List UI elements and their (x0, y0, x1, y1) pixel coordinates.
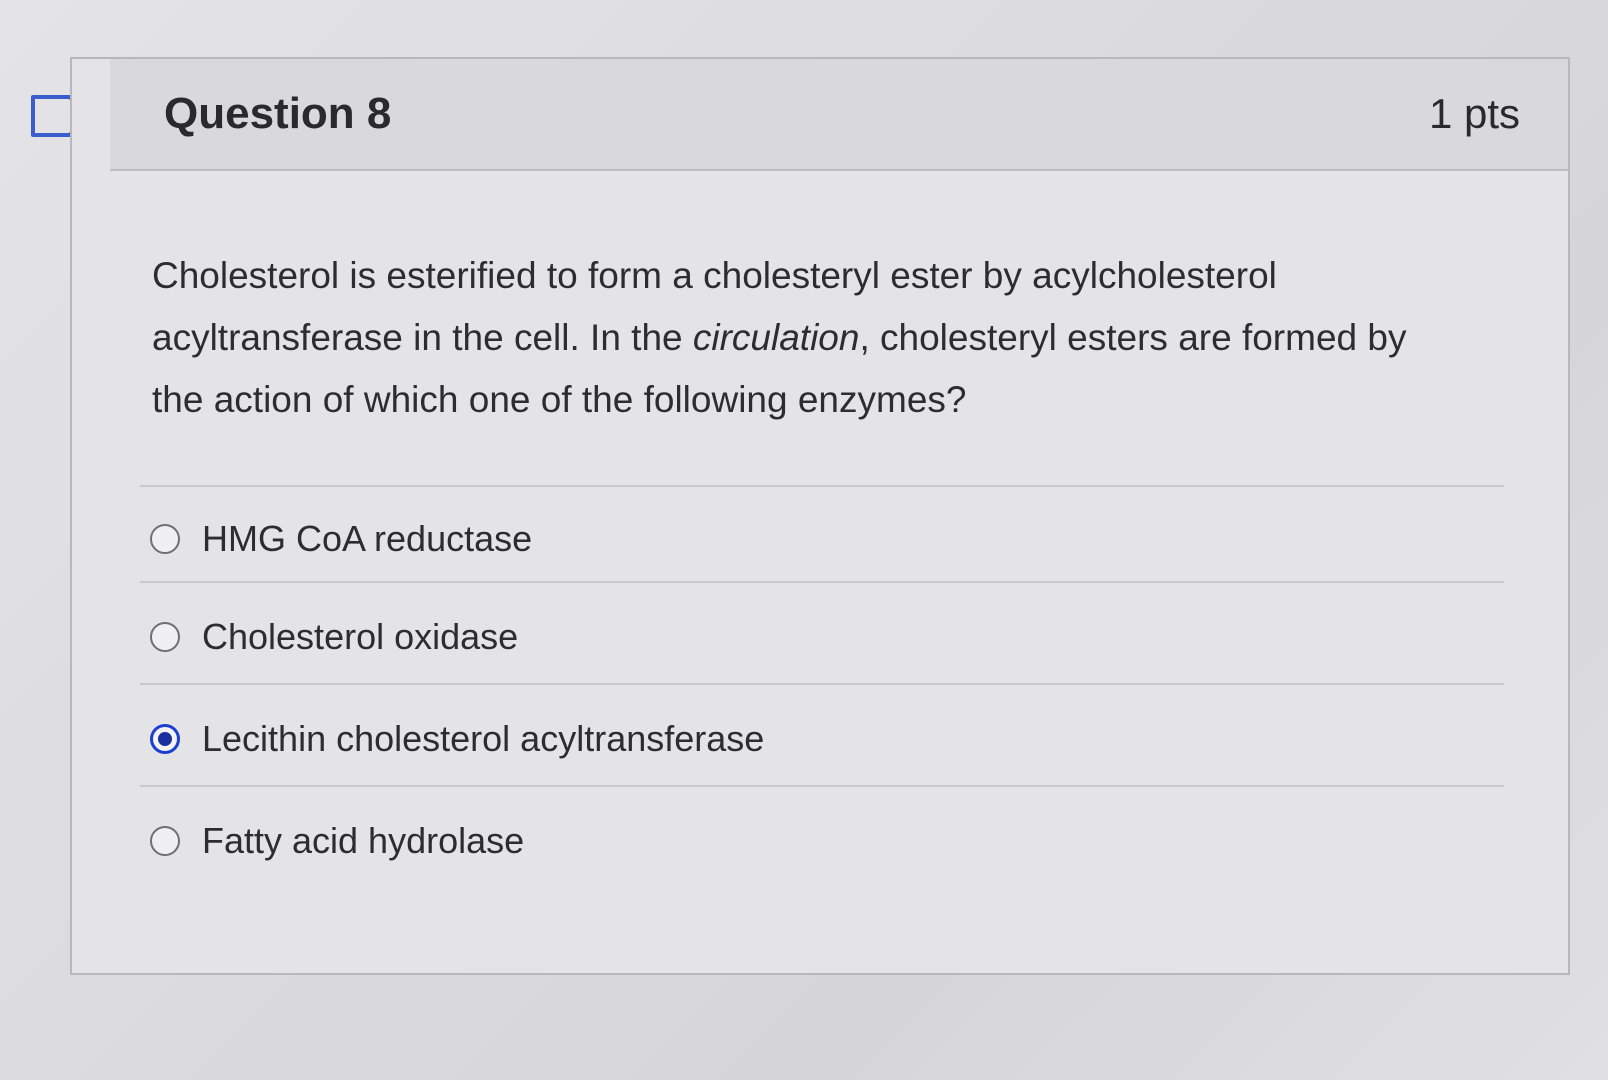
answer-option-3[interactable]: Lecithin cholesterol acyltransferase (150, 709, 764, 769)
question-header: Question 8 1 pts (110, 59, 1568, 171)
answer-divider (140, 683, 1504, 685)
answer-divider (140, 785, 1504, 787)
radio-button-selected-icon[interactable] (150, 724, 180, 754)
question-text: Cholesterol is esterified to form a chol… (152, 245, 1442, 431)
answer-label: Fatty acid hydrolase (202, 820, 525, 861)
answer-option-4[interactable]: Fatty acid hydrolase (150, 811, 524, 871)
question-title: Question 8 (164, 89, 392, 138)
question-points: 1 pts (1428, 90, 1520, 137)
answer-divider (140, 581, 1504, 583)
answer-option-1[interactable]: HMG CoA reductase (150, 509, 532, 569)
answer-label: HMG CoA reductase (202, 518, 533, 559)
radio-button-icon[interactable] (150, 622, 180, 652)
answer-option-2[interactable]: Cholesterol oxidase (150, 607, 518, 667)
question-card: Question 8 1 pts Cholesterol is esterifi… (70, 57, 1570, 975)
question-body: Cholesterol is esterified to form a chol… (72, 173, 1568, 973)
answers-divider (140, 485, 1504, 487)
radio-button-icon[interactable] (150, 826, 180, 856)
answer-label: Cholesterol oxidase (202, 616, 519, 657)
question-text-emphasis: circulation (692, 317, 860, 358)
answer-label: Lecithin cholesterol acyltransferase (202, 718, 765, 759)
radio-button-icon[interactable] (150, 524, 180, 554)
